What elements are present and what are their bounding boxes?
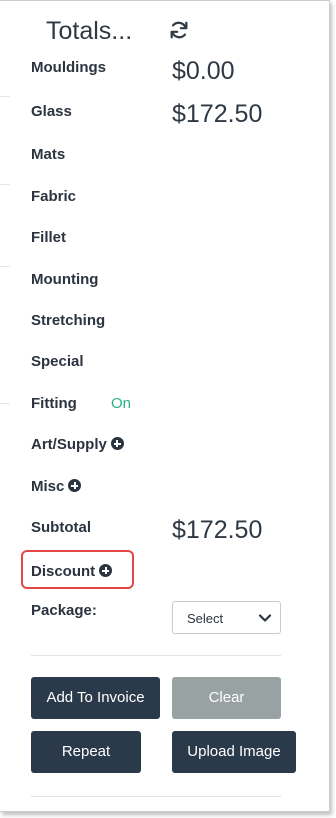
package-select[interactable]: Select	[172, 601, 281, 634]
fillet-label: Fillet	[31, 229, 67, 246]
discount-row[interactable]: Discount	[31, 563, 113, 580]
mouldings-value: $0.00	[172, 57, 235, 85]
add-misc-icon[interactable]	[68, 479, 82, 492]
glass-value: $172.50	[172, 100, 263, 128]
add-art-supply-icon[interactable]	[110, 437, 124, 450]
totals-panel: Totals... Mouldings $0.00 Glass $172.50 …	[0, 0, 330, 812]
divider-tick	[0, 403, 10, 404]
fitting-status: On	[111, 395, 132, 412]
divider	[31, 796, 281, 797]
repeat-button[interactable]: Repeat	[31, 731, 141, 773]
misc-label: Misc	[31, 478, 65, 495]
fabric-label: Fabric	[31, 188, 77, 205]
subtotal-label: Subtotal	[31, 519, 91, 536]
mounting-label: Mounting	[31, 271, 99, 288]
add-to-invoice-button[interactable]: Add To Invoice	[31, 677, 160, 719]
divider-tick	[0, 184, 10, 185]
chevron-down-icon	[258, 614, 272, 622]
special-label: Special	[31, 353, 84, 370]
refresh-icon[interactable]	[168, 19, 190, 41]
discount-label: Discount	[31, 563, 96, 580]
divider	[31, 655, 281, 656]
fitting-label: Fitting	[31, 395, 77, 412]
divider-tick	[0, 96, 10, 97]
package-label: Package:	[31, 602, 97, 619]
glass-label: Glass	[31, 103, 72, 120]
art-supply-row: Art/Supply	[31, 436, 124, 453]
divider-tick	[0, 266, 10, 267]
upload-image-button[interactable]: Upload Image	[172, 731, 296, 773]
misc-row: Misc	[31, 478, 82, 495]
mouldings-label: Mouldings	[31, 59, 106, 76]
page-title: Totals...	[46, 17, 133, 45]
art-supply-label: Art/Supply	[31, 436, 107, 453]
clear-button[interactable]: Clear	[172, 677, 281, 719]
subtotal-value: $172.50	[172, 516, 263, 544]
add-discount-icon[interactable]	[99, 564, 113, 577]
stretching-label: Stretching	[31, 312, 106, 329]
package-select-value: Select	[187, 611, 224, 626]
mats-label: Mats	[31, 146, 66, 163]
